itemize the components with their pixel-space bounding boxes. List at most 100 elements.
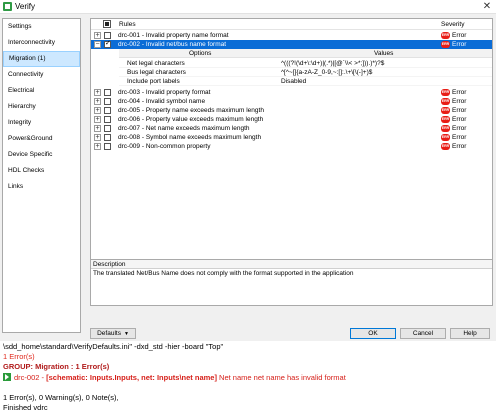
option-row[interactable]: Bus legal characters ^[^~[]{a-zA-Z_0-9,~… [119, 68, 492, 77]
console-error-count: 1 Error(s) [3, 352, 35, 361]
nav-item-migration[interactable]: Migration (1) [3, 51, 80, 67]
error-severity-icon: ERR [441, 32, 450, 39]
rules-column-header[interactable]: Rules [119, 21, 136, 28]
navigate-arrow-icon[interactable] [3, 373, 11, 381]
expand-icon[interactable]: + [94, 116, 101, 123]
expand-icon[interactable]: + [94, 98, 101, 105]
expand-icon[interactable]: + [94, 125, 101, 132]
chevron-down-icon: ▼ [123, 331, 129, 337]
option-row[interactable]: Net legal characters ^(((?!(\d+\:\d+)|(.… [119, 59, 492, 68]
collapse-icon[interactable]: − [94, 41, 101, 48]
category-nav: Settings Interconnectivity Migration (1)… [2, 18, 81, 333]
rule-row[interactable]: + drc-004 - Invalid symbol name ERR Erro… [91, 97, 492, 106]
option-value[interactable]: ^(((?!(\d+\:\d+)|(.*)|[@`\\< >*;])).)*)?… [281, 59, 384, 68]
severity-label[interactable]: Error [452, 124, 466, 133]
rule-row[interactable]: + drc-003 - Invalid property format ERR … [91, 88, 492, 97]
option-value[interactable]: Disabled [281, 77, 306, 86]
rule-checkbox[interactable] [104, 125, 111, 132]
option-name: Bus legal characters [127, 69, 186, 76]
rule-row[interactable]: + drc-006 - Property value exceeds maxim… [91, 115, 492, 124]
expand-icon[interactable]: + [94, 143, 101, 150]
rule-row[interactable]: + drc-005 - Property name exceeds maximu… [91, 106, 492, 115]
rules-tree: Rules Severity + drc-001 - Invalid prope… [90, 18, 493, 260]
rule-checkbox[interactable] [104, 89, 111, 96]
error-severity-icon: ERR [441, 116, 450, 123]
output-console: \sdd_home\standard\VerifyDefaults.ini" -… [0, 341, 496, 413]
console-error-entry[interactable]: drc-002 - [schematic: Inputs.Inputs, net… [3, 373, 346, 382]
nav-item-interconnectivity[interactable]: Interconnectivity [3, 35, 80, 51]
nav-item-electrical[interactable]: Electrical [3, 83, 80, 99]
rule-checkbox[interactable] [104, 32, 111, 39]
defaults-button[interactable]: Defaults ▼ [90, 328, 136, 339]
rule-row[interactable]: + drc-009 - Non-common property ERR Erro… [91, 142, 492, 151]
rule-row[interactable]: + drc-007 - Net name exceeds maximum len… [91, 124, 492, 133]
rules-header: Rules Severity [91, 19, 492, 30]
error-severity-icon: ERR [441, 41, 450, 48]
rule-name: drc-005 - Property name exceeds maximum … [118, 107, 264, 114]
rule-checkbox[interactable] [104, 116, 111, 123]
error-severity-icon: ERR [441, 98, 450, 105]
option-value[interactable]: ^[^~[]{a-zA-Z_0-9,~:[]:.\+\[\(-]+)$ [281, 68, 372, 77]
help-button[interactable]: Help [450, 328, 490, 339]
rule-name: drc-004 - Invalid symbol name [118, 98, 206, 105]
verify-app-icon [3, 2, 12, 11]
nav-item-device-specific[interactable]: Device Specific [3, 147, 80, 163]
rule-name: drc-001 - Invalid property name format [118, 32, 229, 39]
nav-item-hdl-checks[interactable]: HDL Checks [3, 163, 80, 179]
select-all-checkbox[interactable] [103, 20, 111, 28]
nav-item-hierarchy[interactable]: Hierarchy [3, 99, 80, 115]
severity-label[interactable]: Error [452, 115, 466, 124]
close-icon[interactable]: ✕ [480, 0, 494, 14]
expand-icon[interactable]: + [94, 32, 101, 39]
description-label: Description [91, 260, 492, 269]
rule-name: drc-009 - Non-common property [118, 143, 211, 150]
severity-label[interactable]: Error [452, 88, 466, 97]
rule-row-selected[interactable]: − drc-002 - Invalid net/bus name format … [91, 39, 492, 49]
nav-item-settings[interactable]: Settings [3, 19, 80, 35]
option-name: Net legal characters [127, 60, 185, 67]
rule-row[interactable]: + drc-001 - Invalid property name format… [91, 31, 492, 40]
nav-item-power-ground[interactable]: Power&Ground [3, 131, 80, 147]
rule-options: Options Values Net legal characters ^(((… [91, 49, 492, 88]
option-row[interactable]: Include port labels Disabled [119, 77, 492, 86]
rule-name: drc-002 - Invalid net/bus name format [118, 41, 227, 48]
severity-label[interactable]: Error [452, 40, 466, 49]
expand-icon[interactable]: + [94, 89, 101, 96]
options-header: Options Values [119, 49, 492, 58]
options-column-header: Options [189, 50, 212, 57]
rule-row[interactable]: + drc-008 - Symbol name exceeds maximum … [91, 133, 492, 142]
expand-icon[interactable]: + [94, 107, 101, 114]
severity-label[interactable]: Error [452, 106, 466, 115]
nav-item-integrity[interactable]: Integrity [3, 115, 80, 131]
expand-icon[interactable]: + [94, 134, 101, 141]
error-location-link[interactable]: [schematic: Inputs.Inputs, net: Inputs\n… [46, 373, 217, 382]
severity-label[interactable]: Error [452, 97, 466, 106]
rule-checkbox[interactable] [104, 107, 111, 114]
rule-name: drc-008 - Symbol name exceeds maximum le… [118, 134, 262, 141]
severity-column-header[interactable]: Severity [441, 21, 464, 28]
error-severity-icon: ERR [441, 143, 450, 150]
rule-checkbox[interactable] [104, 143, 111, 150]
error-rule-id: drc-002 - [14, 373, 47, 382]
cancel-button[interactable]: Cancel [400, 328, 446, 339]
description-text: The translated Net/Bus Name does not com… [93, 270, 354, 277]
error-severity-icon: ERR [441, 125, 450, 132]
rule-checkbox[interactable] [104, 134, 111, 141]
console-command-line: \sdd_home\standard\VerifyDefaults.ini" -… [3, 342, 224, 351]
verify-dialog: Settings Interconnectivity Migration (1)… [0, 14, 496, 341]
description-panel: Description The translated Net/Bus Name … [90, 260, 493, 306]
nav-item-links[interactable]: Links [3, 179, 80, 195]
ok-button[interactable]: OK [350, 328, 396, 339]
error-severity-icon: ERR [441, 134, 450, 141]
console-summary: 1 Error(s), 0 Warning(s), 0 Note(s), [3, 393, 119, 402]
severity-label[interactable]: Error [452, 142, 466, 151]
option-name: Include port labels [127, 78, 180, 85]
console-group-line: GROUP: Migration : 1 Error(s) [3, 362, 110, 371]
severity-label[interactable]: Error [452, 31, 466, 40]
severity-label[interactable]: Error [452, 133, 466, 142]
rule-checkbox[interactable] [104, 98, 111, 105]
error-severity-icon: ERR [441, 107, 450, 114]
nav-item-connectivity[interactable]: Connectivity [3, 67, 80, 83]
rule-name: drc-003 - Invalid property format [118, 89, 211, 96]
rule-checkbox[interactable] [104, 39, 111, 48]
